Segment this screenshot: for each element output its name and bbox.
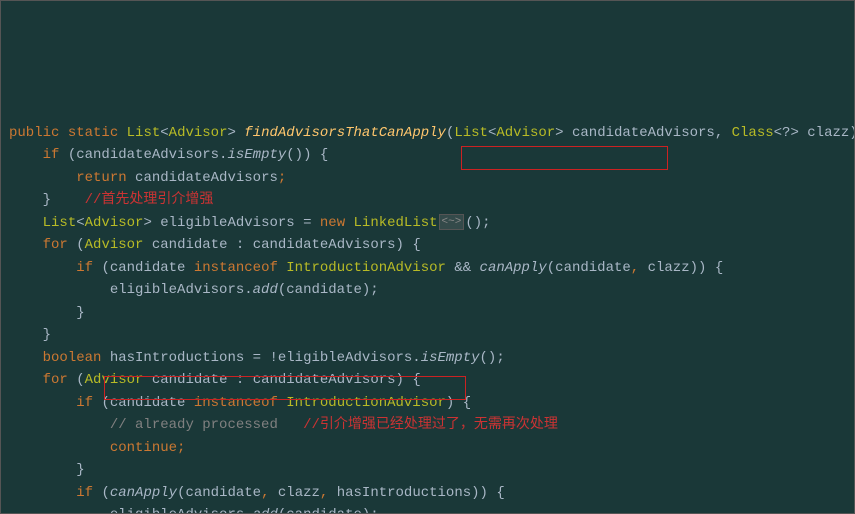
code-line: List<Advisor> eligibleAdvisors = new Lin… bbox=[9, 215, 491, 231]
code-line: if (candidate instanceof IntroductionAdv… bbox=[9, 260, 723, 276]
code-line: return candidateAdvisors; bbox=[9, 170, 286, 186]
code-line: if (candidateAdvisors.isEmpty()) { bbox=[9, 147, 328, 163]
code-line: } bbox=[9, 305, 85, 321]
code-line: public static List<Advisor> findAdvisors… bbox=[9, 125, 855, 141]
diamond-operator: <~> bbox=[439, 214, 465, 230]
code-line: if (canApply(candidate, clazz, hasIntrod… bbox=[9, 485, 505, 501]
code-line: boolean hasIntroductions = !eligibleAdvi… bbox=[9, 350, 505, 366]
code-line: for (Advisor candidate : candidateAdviso… bbox=[9, 372, 421, 388]
code-line: // already processed //引介增强已经处理过了，无需再次处理 bbox=[9, 417, 558, 433]
code-line: } bbox=[9, 327, 51, 343]
code-line: if (candidate instanceof IntroductionAdv… bbox=[9, 395, 471, 411]
code-line: } bbox=[9, 462, 85, 478]
code-line: continue; bbox=[9, 440, 185, 456]
code-line: for (Advisor candidate : candidateAdviso… bbox=[9, 237, 421, 253]
highlight-box-1 bbox=[461, 146, 668, 170]
code-line: eligibleAdvisors.add(candidate); bbox=[9, 507, 379, 514]
code-line: eligibleAdvisors.add(candidate); bbox=[9, 282, 379, 298]
code-editor: public static List<Advisor> findAdvisors… bbox=[0, 0, 855, 514]
code-line: } //首先处理引介增强 bbox=[9, 192, 213, 208]
